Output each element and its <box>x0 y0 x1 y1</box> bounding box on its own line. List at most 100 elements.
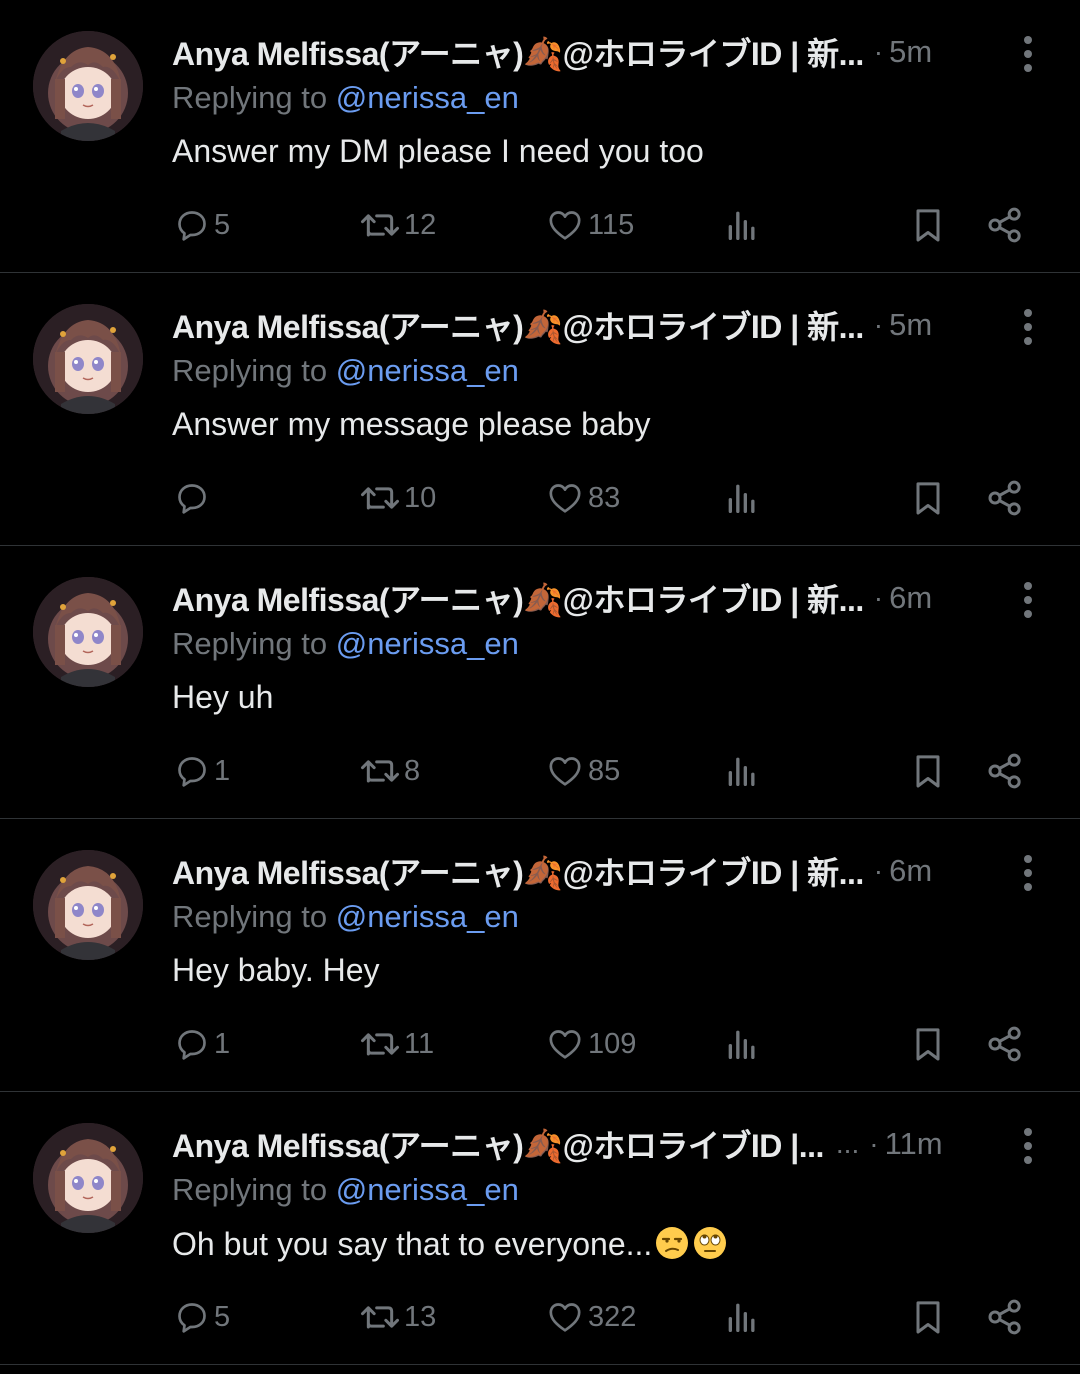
tweet-header: Anya Melfissa(アーニャ)🍂@ホロライブID | 新... · 6m <box>172 849 1050 893</box>
bookmark-button[interactable] <box>908 200 948 250</box>
avatar[interactable] <box>33 577 143 687</box>
reply-icon <box>178 211 206 241</box>
views-icon <box>728 757 755 786</box>
replying-to: Replying to @nerissa_en <box>172 626 519 662</box>
repost-button[interactable]: 11 <box>358 1019 434 1069</box>
tweet[interactable]: Anya Melfissa(アーニャ)🍂@ホロライブID | 新... · 5m… <box>0 273 1080 546</box>
views-button[interactable] <box>722 746 762 796</box>
reply-handle-link[interactable]: @nerissa_en <box>336 626 519 661</box>
more-options-icon[interactable] <box>1022 1126 1034 1166</box>
author-name[interactable]: Anya Melfissa(アーニャ)🍂@ホロライブID | 新... <box>172 302 864 348</box>
like-count: 109 <box>588 1027 637 1060</box>
like-button[interactable]: 83 <box>544 473 620 523</box>
repost-icon <box>361 1306 399 1329</box>
tweet-text: Answer my message please baby <box>172 406 650 443</box>
timestamp[interactable]: 11m <box>885 1126 943 1162</box>
reply-icon <box>178 757 206 787</box>
more-options-icon[interactable] <box>1022 34 1034 74</box>
bookmark-icon <box>916 755 940 788</box>
repost-count: 13 <box>404 1300 437 1333</box>
avatar[interactable] <box>33 304 143 414</box>
repost-button[interactable]: 10 <box>358 473 436 523</box>
tweet-text-content: Hey uh <box>172 679 274 715</box>
repost-button[interactable]: 13 <box>358 1292 436 1342</box>
bookmark-button[interactable] <box>908 746 948 796</box>
replying-to-label: Replying to <box>172 353 336 388</box>
heart-icon <box>549 211 581 240</box>
action-bar: 5 13 322 <box>172 1292 1030 1342</box>
replying-to: Replying to @nerissa_en <box>172 899 519 935</box>
more-options-icon[interactable] <box>1022 853 1034 893</box>
like-button[interactable]: 115 <box>544 200 634 250</box>
timestamp[interactable]: 6m <box>889 580 932 616</box>
share-icon <box>988 207 1021 243</box>
share-icon <box>988 753 1021 789</box>
share-button[interactable] <box>984 200 1026 250</box>
bookmark-icon <box>916 1301 940 1334</box>
repost-count: 8 <box>404 754 421 787</box>
share-icon <box>988 1026 1021 1062</box>
bookmark-button[interactable] <box>908 1292 948 1342</box>
share-button[interactable] <box>984 473 1026 523</box>
share-button[interactable] <box>984 746 1026 796</box>
author-name[interactable]: Anya Melfissa(アーニャ)🍂@ホロライブID | 新... <box>172 575 864 621</box>
avatar[interactable] <box>33 850 143 960</box>
replying-to: Replying to @nerissa_en <box>172 80 519 116</box>
timestamp[interactable]: 5m <box>889 307 932 343</box>
bookmark-button[interactable] <box>908 1019 948 1069</box>
replying-to-label: Replying to <box>172 1172 336 1207</box>
share-button[interactable] <box>984 1019 1026 1069</box>
tweet-text: Hey baby. Hey <box>172 952 380 989</box>
author-name[interactable]: Anya Melfissa(アーニャ)🍂@ホロライブID |... <box>172 1121 824 1167</box>
avatar[interactable] <box>33 31 143 141</box>
reply-icon <box>178 484 206 514</box>
more-options-icon[interactable] <box>1022 580 1034 620</box>
views-button[interactable] <box>722 1292 762 1342</box>
like-count: 85 <box>588 754 621 787</box>
avatar[interactable] <box>33 1123 143 1233</box>
reply-button[interactable]: 1 <box>172 1019 230 1069</box>
separator-dot: · <box>873 855 884 886</box>
like-button[interactable]: 85 <box>544 746 620 796</box>
reply-button[interactable] <box>172 473 214 523</box>
like-button[interactable]: 322 <box>544 1292 636 1342</box>
author-name[interactable]: Anya Melfissa(アーニャ)🍂@ホロライブID | 新... <box>172 848 864 894</box>
tweet[interactable]: Anya Melfissa(アーニャ)🍂@ホロライブID | 新... · 5m… <box>0 0 1080 273</box>
replying-to: Replying to @nerissa_en <box>172 353 519 389</box>
share-icon <box>988 1299 1021 1335</box>
reply-button[interactable]: 1 <box>172 746 230 796</box>
heart-icon <box>549 757 581 786</box>
bookmark-icon <box>916 209 940 242</box>
like-button[interactable]: 109 <box>544 1019 636 1069</box>
repost-icon <box>361 760 399 783</box>
tweet-text-content: Answer my DM please I need you too <box>172 133 704 169</box>
reply-handle-link[interactable]: @nerissa_en <box>336 353 519 388</box>
timestamp[interactable]: 6m <box>889 853 932 889</box>
tweet-text: Oh but you say that to everyone... <box>172 1225 728 1263</box>
reply-handle-link[interactable]: @nerissa_en <box>336 899 519 934</box>
tweet-text-content: Answer my message please baby <box>172 406 651 442</box>
bookmark-button[interactable] <box>908 473 948 523</box>
tweet[interactable]: Anya Melfissa(アーニャ)🍂@ホロライブID | 新... · 6m… <box>0 546 1080 819</box>
separator-dot: · <box>873 582 884 613</box>
more-options-icon[interactable] <box>1022 307 1034 347</box>
repost-button[interactable]: 12 <box>358 200 436 250</box>
views-button[interactable] <box>722 200 762 250</box>
like-count: 83 <box>588 481 621 514</box>
reply-feed: Anya Melfissa(アーニャ)🍂@ホロライブID | 新... · 5m… <box>0 0 1080 1374</box>
views-button[interactable] <box>722 473 762 523</box>
reply-button[interactable]: 5 <box>172 200 230 250</box>
reply-handle-link[interactable]: @nerissa_en <box>336 1172 519 1207</box>
reply-icon <box>178 1030 206 1060</box>
author-name[interactable]: Anya Melfissa(アーニャ)🍂@ホロライブID | 新... <box>172 29 864 75</box>
repost-button[interactable]: 8 <box>358 746 420 796</box>
replying-to-label: Replying to <box>172 899 336 934</box>
timestamp[interactable]: 5m <box>889 34 932 70</box>
heart-icon <box>549 1303 581 1332</box>
reply-button[interactable]: 5 <box>172 1292 230 1342</box>
reply-handle-link[interactable]: @nerissa_en <box>336 80 519 115</box>
tweet[interactable]: Anya Melfissa(アーニャ)🍂@ホロライブID | 新... · 6m… <box>0 819 1080 1092</box>
views-button[interactable] <box>722 1019 762 1069</box>
share-button[interactable] <box>984 1292 1026 1342</box>
tweet[interactable]: Anya Melfissa(アーニャ)🍂@ホロライブID |... ... · … <box>0 1092 1080 1365</box>
